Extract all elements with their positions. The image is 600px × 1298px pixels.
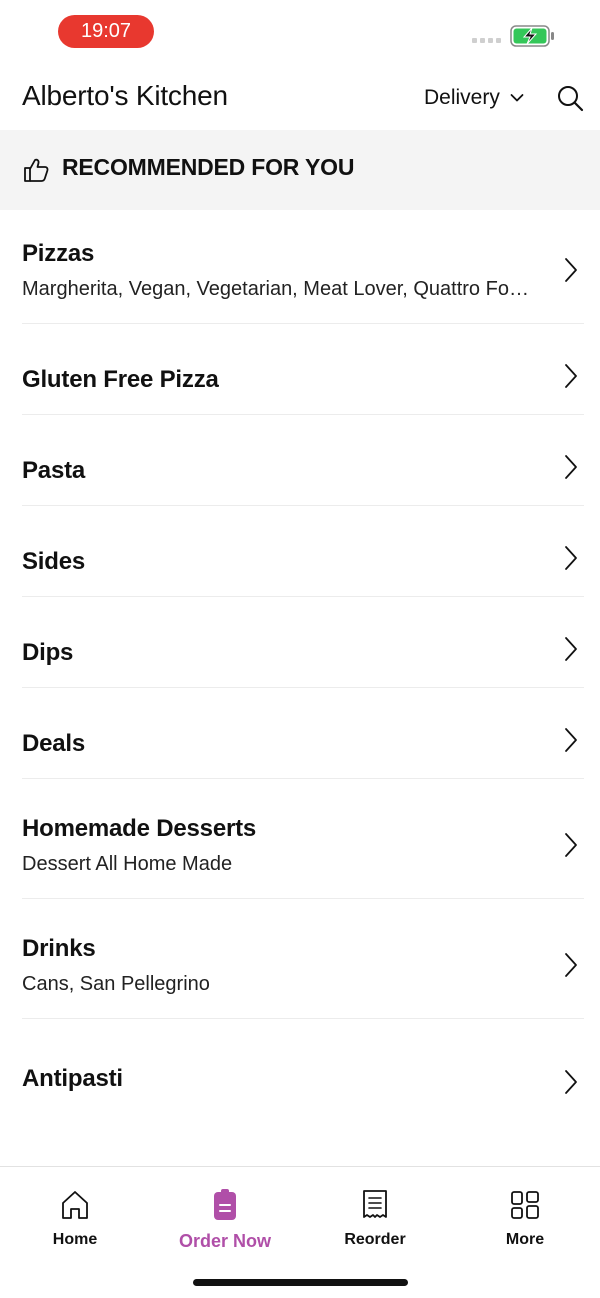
page-title: Alberto's Kitchen <box>22 80 228 111</box>
home-indicator <box>193 1279 408 1286</box>
menu-category-drinks[interactable]: Drinks Cans, San Pellegrino <box>0 899 600 1019</box>
menu-category-pizzas[interactable]: Pizzas Margherita, Vegan, Vegetarian, Me… <box>0 210 600 324</box>
grid-icon <box>511 1191 539 1219</box>
tab-more[interactable]: More <box>450 1189 600 1249</box>
category-title: Drinks <box>22 935 96 962</box>
status-time: 19:07 <box>58 15 154 48</box>
category-title: Dips <box>22 639 74 666</box>
tab-order-now[interactable]: Order Now <box>150 1189 300 1252</box>
chevron-right-icon <box>565 546 577 570</box>
chevron-right-icon <box>565 953 577 977</box>
tab-label: Reorder <box>344 1231 406 1248</box>
chevron-right-icon <box>565 833 577 857</box>
chevron-right-icon <box>565 364 577 388</box>
menu-category-sides[interactable]: Sides <box>0 506 600 597</box>
delivery-mode-label: Delivery <box>424 86 500 109</box>
tab-home[interactable]: Home <box>0 1189 150 1249</box>
tab-label: Order Now <box>178 1231 271 1251</box>
category-subtitle: Cans, San Pellegrino <box>22 973 210 995</box>
tab-label: Home <box>52 1231 98 1248</box>
category-title: Sides <box>22 548 86 575</box>
receipt-icon <box>363 1190 387 1218</box>
chevron-down-icon <box>510 94 524 102</box>
recommended-label: RECOMMENDED FOR YOU <box>62 154 355 180</box>
thumbs-up-icon <box>24 158 49 182</box>
category-subtitle: Margherita, Vegan, Vegetarian, Meat Love… <box>22 278 532 300</box>
chevron-right-icon <box>565 455 577 479</box>
tab-reorder[interactable]: Reorder <box>300 1189 450 1249</box>
tab-label: More <box>505 1231 545 1248</box>
category-title: Antipasti <box>22 1065 123 1092</box>
menu-category-deals[interactable]: Deals <box>0 688 600 779</box>
menu-category-antipasti[interactable]: Antipasti <box>0 1019 600 1135</box>
category-subtitle: Dessert All Home Made <box>22 853 233 875</box>
recommended-banner[interactable]: RECOMMENDED FOR YOU <box>0 130 600 210</box>
status-bar: 19:07 <box>0 0 600 66</box>
menu-category-homemade-desserts[interactable]: Homemade Desserts Dessert All Home Made <box>0 779 600 899</box>
app-header: Alberto's Kitchen Delivery <box>0 66 600 130</box>
chevron-right-icon <box>565 258 577 282</box>
chevron-right-icon <box>565 728 577 752</box>
category-title: Deals <box>22 730 86 757</box>
order-now-icon <box>214 1189 236 1220</box>
category-title: Homemade Desserts <box>22 815 257 842</box>
search-icon[interactable] <box>556 84 584 112</box>
home-icon <box>62 1191 88 1219</box>
menu-category-gluten-free-pizza[interactable]: Gluten Free Pizza <box>0 324 600 415</box>
battery-icon <box>510 25 554 47</box>
category-title: Pasta <box>22 457 86 484</box>
delivery-mode-dropdown[interactable]: Delivery <box>424 86 524 110</box>
signal-icon <box>472 38 501 43</box>
category-title: Pizzas <box>22 240 95 267</box>
menu-category-dips[interactable]: Dips <box>0 597 600 688</box>
chevron-right-icon <box>565 637 577 661</box>
category-title: Gluten Free Pizza <box>22 366 219 393</box>
menu-category-pasta[interactable]: Pasta <box>0 415 600 506</box>
chevron-right-icon <box>565 1070 577 1094</box>
